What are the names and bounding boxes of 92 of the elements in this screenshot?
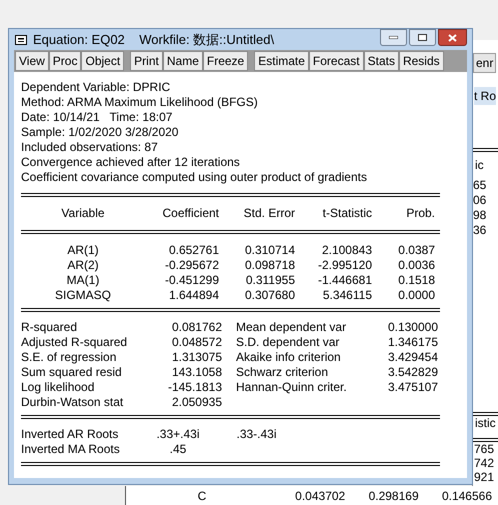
toolbar-button[interactable]: Print [130,51,163,71]
table-cell-text: AR(1) [66,243,100,258]
header-line: Method: ARMA Maximum Likelihood (BFGS) [21,95,258,110]
statistic-value: 143.1058 [170,365,222,380]
minimize-icon [389,36,398,39]
header-line: Sample: 1/02/2020 3/28/2020 [21,125,178,140]
column-heading: Prob. [405,206,435,221]
statistic-label: Schwarz criterion [236,365,330,380]
table-cell-text: 0.1518 [397,273,435,288]
statistic-label: R-squared [21,320,78,335]
column-heading: Variable [60,206,106,221]
table-cell-text: C [196,488,208,505]
window-title: Equation: EQ02 Workfile: 数据::Untitled\ [33,30,274,49]
minimize-button[interactable] [380,29,407,46]
table-cell-text: 0.652761 [168,243,219,258]
toolbar-button[interactable]: Name [162,51,203,71]
statistic-value: 0.048572 [170,335,222,350]
statistic-value: -145.1813 [166,380,222,395]
statistic-label: Adjusted R-squared [21,335,128,350]
toolbar-button[interactable]: enr [473,53,496,73]
table-cell: 921 [474,470,494,484]
statistic-value: 1.313075 [170,350,222,365]
column-heading: Coefficient [162,206,219,221]
statistic-label: S.E. of regression [21,350,118,365]
column-heading: istic [475,415,496,432]
header-line: Convergence achieved after 12 iterations [21,155,240,170]
roots-label: Inverted MA Roots [21,442,121,457]
table-cell-text: 0.298169 [368,488,419,505]
table-cell-text: 0.0036 [397,258,435,273]
statistic-label: Akaike info criterion [236,350,342,365]
table-cell-text: SIGMASQ [54,288,112,303]
table-cell-text: 0.0387 [397,243,435,258]
toolbar-button[interactable]: Proc [48,51,82,71]
statistic-value: 0.130000 [386,320,438,335]
toolbar-button[interactable]: Freeze [202,51,248,71]
header-line: Included observations: 87 [21,140,158,155]
column-heading: ic [475,157,484,174]
table-cell: 06 [473,193,486,208]
table-cell-text: 0.311955 [244,273,295,288]
table-cell-text: -2.995120 [316,258,372,273]
table-cell-text: 0.043702 [294,488,346,505]
toolbar-button[interactable]: Stats [364,51,399,71]
root-value: .33-.43i [235,427,278,442]
statistic-value: 3.542829 [386,365,438,380]
close-icon [448,34,457,42]
table-cell-text: 2.100843 [320,243,372,258]
table-cell-text: 0.146566 [440,488,492,505]
statistic-label: Hannan-Quinn criter. [236,380,348,395]
table-cell: 36 [473,223,486,238]
table-cell-text: 1.644894 [168,288,219,303]
statistic-value: 0.081762 [170,320,222,335]
table-cell-text: 0.310714 [244,243,295,258]
table-cell-text: MA(1) [66,273,100,288]
toolbar-button[interactable]: Object [81,51,124,71]
table-cell: 98 [473,208,486,223]
window-menu-icon[interactable] [15,34,27,44]
toolbar-button[interactable]: Estimate [254,51,309,71]
table-cell-text: 0.307680 [244,288,295,303]
roots-label: Inverted AR Roots [21,427,120,442]
table-cell-text: -0.295672 [164,258,219,273]
statistic-label: Log likelihood [21,380,96,395]
maximize-button[interactable] [409,29,436,46]
statistic-label: Durbin-Watson stat [21,395,124,410]
statistic-value: 3.429454 [386,350,438,365]
table-cell-text: 0.098718 [244,258,295,273]
toolbar-button[interactable]: Forecast [308,51,364,71]
toolbar-button[interactable]: Resids [398,51,444,71]
statistic-label: Mean dependent var [236,320,348,335]
statistic-label: Sum squared resid [21,365,123,380]
root-value: .33+.43i [155,427,201,442]
close-button[interactable] [438,29,467,46]
table-cell-text: AR(2) [66,258,100,273]
table-cell-text: -0.451299 [164,273,219,288]
table-cell-text: -1.446681 [316,273,372,288]
column-heading: t-Statistic [322,206,372,221]
header-line: Date: 10/14/21 Time: 18:07 [21,110,172,125]
statistic-value: 2.050935 [170,395,222,410]
statistic-value: 1.346175 [386,335,438,350]
table-cell: 742 [474,456,494,470]
header-line: Dependent Variable: DPRIC [21,80,170,95]
root-value: .45 [168,442,188,457]
statistic-value: 3.475107 [386,380,438,395]
toolbar-button[interactable]: View [15,51,49,71]
statistic-label: S.D. dependent var [236,335,340,350]
table-cell: 765 [474,442,494,456]
column-heading: Std. Error [242,206,295,221]
header-line: Coefficient covariance computed using outer product of gradients [21,170,367,185]
table-cell: 65 [473,178,486,193]
header-text: t Ro [474,87,496,105]
table-cell-text: 0.0000 [397,288,435,303]
maximize-icon [418,34,427,41]
table-cell-text: 5.346115 [322,288,372,303]
